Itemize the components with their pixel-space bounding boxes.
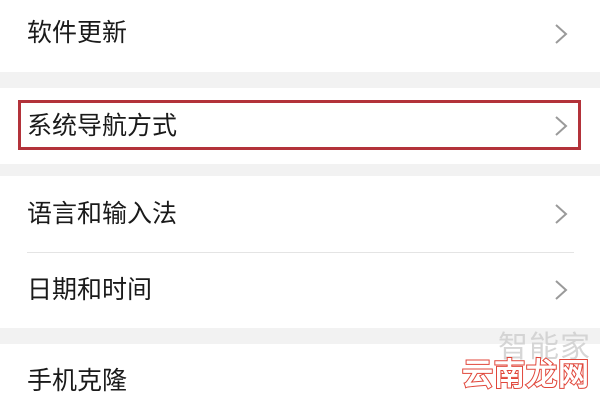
settings-item-software-update[interactable]: 软件更新 [0,0,600,72]
chevron-right-icon [552,22,570,46]
chevron-right-icon [552,202,570,226]
settings-item-language-input[interactable]: 语言和输入法 [0,176,600,252]
settings-item-label: 语言和输入法 [27,199,178,228]
settings-item-label: 日期和时间 [27,275,153,304]
settings-group-software: 软件更新 [0,0,600,72]
settings-item-label: 手机克隆 [27,366,128,395]
settings-group-language-date: 语言和输入法 日期和时间 [0,176,600,328]
watermark-logo: 云南龙网 [461,356,590,394]
settings-list: 软件更新 系统导航方式 语言和输入法 日期和时间 手机克隆 智能家 云南龙网 [0,0,600,400]
settings-item-label: 软件更新 [27,18,128,47]
highlight-box [18,100,581,150]
chevron-right-icon [552,278,570,302]
settings-item-date-time[interactable]: 日期和时间 [0,253,600,328]
